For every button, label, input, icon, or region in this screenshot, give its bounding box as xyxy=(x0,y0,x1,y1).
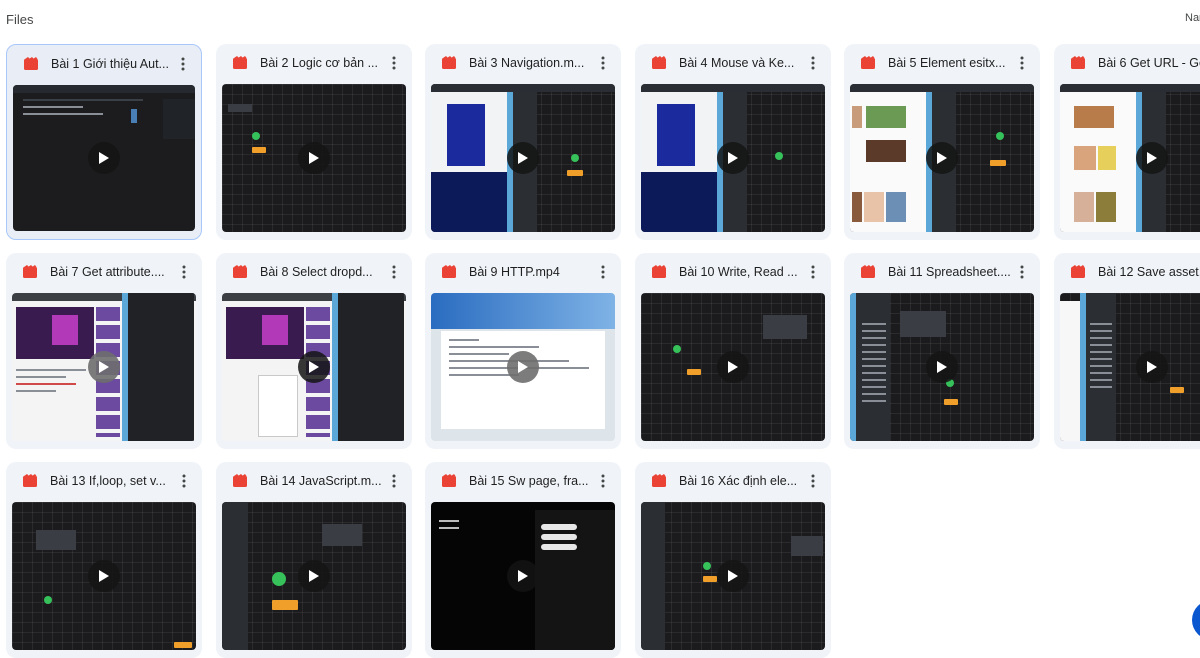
video-thumbnail xyxy=(850,84,1034,232)
video-thumbnail xyxy=(1060,84,1200,232)
more-vert-icon[interactable] xyxy=(803,262,823,282)
video-file-icon xyxy=(232,264,248,280)
file-card[interactable]: Bài 16 Xác định ele... xyxy=(635,462,831,658)
play-icon[interactable] xyxy=(717,142,749,174)
file-name: Bài 13 If,loop, set v... xyxy=(50,474,166,488)
video-thumbnail xyxy=(431,293,615,441)
video-file-icon xyxy=(1070,55,1086,71)
more-vert-icon[interactable] xyxy=(593,53,613,73)
video-file-icon xyxy=(232,55,248,71)
video-file-icon xyxy=(441,473,457,489)
video-thumbnail xyxy=(431,502,615,650)
play-icon[interactable] xyxy=(298,560,330,592)
file-card[interactable]: Bài 3 Navigation.m... xyxy=(425,44,621,240)
video-file-icon xyxy=(651,473,667,489)
video-thumbnail xyxy=(222,502,406,650)
play-icon[interactable] xyxy=(298,142,330,174)
file-card[interactable]: Bài 10 Write, Read ... xyxy=(635,253,831,449)
video-thumbnail xyxy=(641,84,825,232)
play-icon[interactable] xyxy=(88,560,120,592)
video-thumbnail xyxy=(1060,293,1200,441)
more-vert-icon[interactable] xyxy=(1012,53,1032,73)
file-card[interactable]: Bài 2 Logic cơ bản ... xyxy=(216,44,412,240)
video-thumbnail xyxy=(641,502,825,650)
video-file-icon xyxy=(860,55,876,71)
play-icon[interactable] xyxy=(1136,351,1168,383)
file-card[interactable]: Bài 1 Giới thiệu Aut... xyxy=(6,44,202,240)
video-thumbnail xyxy=(850,293,1034,441)
new-button[interactable] xyxy=(1192,600,1200,640)
file-name: Bài 16 Xác định ele... xyxy=(679,474,798,488)
play-icon[interactable] xyxy=(926,351,958,383)
file-card[interactable]: Bài 7 Get attribute.... xyxy=(6,253,202,449)
more-vert-icon[interactable] xyxy=(803,471,823,491)
file-card[interactable]: Bài 9 HTTP.mp4 xyxy=(425,253,621,449)
video-file-icon xyxy=(860,264,876,280)
play-icon[interactable] xyxy=(507,560,539,592)
file-card[interactable]: Bài 8 Select dropd... xyxy=(216,253,412,449)
more-vert-icon[interactable] xyxy=(1012,262,1032,282)
file-name: Bài 2 Logic cơ bản ... xyxy=(260,56,378,70)
file-name: Bài 15 Sw page, fra... xyxy=(469,474,589,488)
play-icon[interactable] xyxy=(88,351,120,383)
file-card[interactable]: Bài 12 Save asset,c... xyxy=(1054,253,1200,449)
file-name: Bài 4 Mouse và Ke... xyxy=(679,56,795,70)
more-vert-icon[interactable] xyxy=(384,471,404,491)
video-file-icon xyxy=(651,264,667,280)
more-vert-icon[interactable] xyxy=(173,54,193,74)
video-thumbnail xyxy=(641,293,825,441)
play-icon[interactable] xyxy=(88,142,120,174)
video-file-icon xyxy=(22,473,38,489)
more-vert-icon[interactable] xyxy=(593,471,613,491)
more-vert-icon[interactable] xyxy=(384,53,404,73)
file-name: Bài 1 Giới thiệu Aut... xyxy=(51,57,169,71)
video-thumbnail xyxy=(431,84,615,232)
file-name: Bài 10 Write, Read ... xyxy=(679,265,798,279)
video-file-icon xyxy=(441,55,457,71)
file-card[interactable]: Bài 14 JavaScript.m... xyxy=(216,462,412,658)
more-vert-icon[interactable] xyxy=(174,262,194,282)
file-name: Bài 5 Element esitx... xyxy=(888,56,1006,70)
file-name: Bài 7 Get attribute.... xyxy=(50,265,165,279)
play-icon[interactable] xyxy=(926,142,958,174)
video-file-icon xyxy=(23,56,39,72)
file-name: Bài 14 JavaScript.m... xyxy=(260,474,382,488)
file-card[interactable]: Bài 13 If,loop, set v... xyxy=(6,462,202,658)
section-title: Files xyxy=(6,12,34,27)
play-icon[interactable] xyxy=(717,351,749,383)
play-icon[interactable] xyxy=(717,560,749,592)
video-file-icon xyxy=(441,264,457,280)
file-card[interactable]: Bài 4 Mouse và Ke... xyxy=(635,44,831,240)
file-name: Bài 3 Navigation.m... xyxy=(469,56,585,70)
file-name: Bài 12 Save asset,c... xyxy=(1098,265,1200,279)
video-file-icon xyxy=(232,473,248,489)
file-card[interactable]: Bài 11 Spreadsheet.... xyxy=(844,253,1040,449)
file-card[interactable]: Bài 15 Sw page, fra... xyxy=(425,462,621,658)
more-vert-icon[interactable] xyxy=(593,262,613,282)
video-file-icon xyxy=(22,264,38,280)
play-icon[interactable] xyxy=(298,351,330,383)
more-vert-icon[interactable] xyxy=(803,53,823,73)
sort-by-name-button[interactable]: Nam xyxy=(1185,12,1200,24)
file-name: Bài 8 Select dropd... xyxy=(260,265,373,279)
more-vert-icon[interactable] xyxy=(174,471,194,491)
more-vert-icon[interactable] xyxy=(384,262,404,282)
play-icon[interactable] xyxy=(1136,142,1168,174)
file-card[interactable]: Bài 6 Get URL - Ge... xyxy=(1054,44,1200,240)
play-icon[interactable] xyxy=(507,142,539,174)
play-icon[interactable] xyxy=(507,351,539,383)
video-thumbnail xyxy=(222,293,406,441)
video-thumbnail xyxy=(13,85,195,231)
video-file-icon xyxy=(1070,264,1086,280)
file-name: Bài 9 HTTP.mp4 xyxy=(469,265,560,279)
file-name: Bài 11 Spreadsheet.... xyxy=(888,265,1011,279)
file-card[interactable]: Bài 5 Element esitx... xyxy=(844,44,1040,240)
video-file-icon xyxy=(651,55,667,71)
video-thumbnail xyxy=(222,84,406,232)
file-name: Bài 6 Get URL - Ge... xyxy=(1098,56,1200,70)
video-thumbnail xyxy=(12,502,196,650)
video-thumbnail xyxy=(12,293,196,441)
